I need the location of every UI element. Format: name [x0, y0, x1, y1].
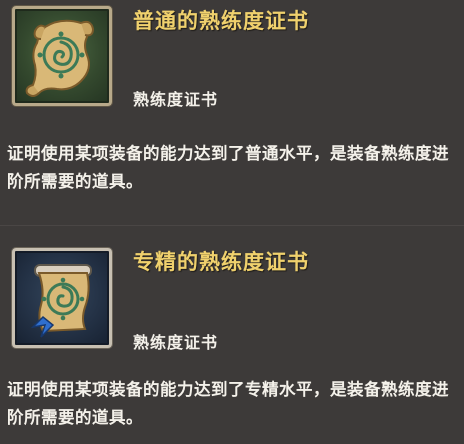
item-description: 证明使用某项装备的能力达到了专精水平，是装备熟练度进阶所需要的道具。 — [7, 380, 449, 427]
item-title: 专精的熟练度证书 — [133, 250, 309, 274]
scroll-certificate-icon — [25, 19, 95, 97]
item-title: 普通的熟练度证书 — [133, 9, 309, 33]
item-icon-slot[interactable] — [12, 6, 112, 106]
section-divider — [0, 225, 464, 226]
item-icon-slot[interactable] — [12, 248, 112, 348]
scroll-ribbon-certificate-icon — [30, 264, 92, 338]
item-category: 熟练度证书 — [133, 333, 219, 352]
item-description: 证明使用某项装备的能力达到了普通水平，是装备熟练度进阶所需要的道具。 — [7, 144, 449, 191]
item-category: 熟练度证书 — [133, 90, 219, 109]
